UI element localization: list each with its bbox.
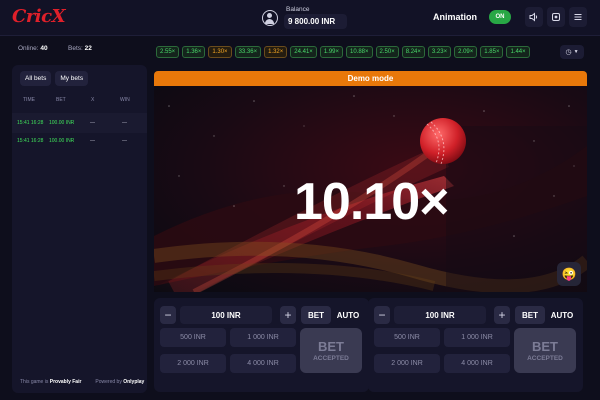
preset-amount-button[interactable]: 1 000 INR	[444, 328, 510, 347]
balance-widget: Balance 9 800.00 INR	[262, 6, 348, 29]
bets-panel: All bets My bets TIME BET X WIN 15:41 16…	[12, 65, 147, 393]
app-root: CricX Balance 9 800.00 INR Animation ON …	[0, 0, 600, 400]
bets-table-header: TIME BET X WIN	[12, 97, 147, 109]
bet-button[interactable]: BET ACCEPTED	[300, 328, 362, 373]
preset-amount-button[interactable]: 500 INR	[160, 328, 226, 347]
multiplier-chip: 2.09×	[454, 46, 478, 58]
preset-amount-button[interactable]: 500 INR	[374, 328, 440, 347]
powered-by-value: Onlyplay	[123, 379, 145, 385]
tab-all-bets[interactable]: All bets	[20, 71, 52, 86]
user-icon[interactable]	[262, 9, 278, 26]
chevron-down-icon: ▼	[573, 49, 579, 55]
row-time: 15:41 16:28	[17, 138, 44, 144]
multiplier-chip: 1.36×	[182, 46, 206, 58]
bet-amount-input[interactable]: 100 INR	[180, 306, 272, 324]
tab-my-bets[interactable]: My bets	[55, 71, 89, 86]
provably-fair-label: This game is	[20, 379, 49, 385]
bets-value: 22	[84, 45, 92, 52]
online-count: Online: 40	[18, 45, 48, 52]
row-win: —	[122, 120, 127, 126]
menu-icon[interactable]	[569, 7, 587, 27]
current-multiplier: 10.10×	[294, 173, 449, 231]
provably-fair-icon[interactable]	[547, 7, 565, 27]
table-row: 15:41 16:28 100.00 INR — —	[12, 113, 147, 133]
row-x: —	[90, 120, 95, 126]
animation-label: Animation	[433, 12, 477, 22]
preset-amount-button[interactable]: 4 000 INR	[230, 354, 296, 373]
multiplier-chip: 1.44×	[506, 46, 530, 58]
provably-fair-value: Provably Fair	[49, 379, 82, 385]
history-dropdown-button[interactable]: ◷ ▼	[560, 45, 584, 59]
game-canvas: 10.10× 😜	[154, 86, 587, 292]
tab-auto-mode[interactable]: AUTO	[334, 306, 362, 324]
cricx-logo[interactable]: CricX	[12, 6, 66, 27]
multiplier-chip: 1.99×	[319, 46, 343, 58]
multiplier-chip: 1.30×	[208, 46, 232, 58]
preset-amount-button[interactable]: 2 000 INR	[374, 354, 440, 373]
preset-amount-button[interactable]: 2 000 INR	[160, 354, 226, 373]
row-x: —	[90, 138, 95, 144]
powered-by-label: Powered by	[95, 379, 122, 385]
bet-button[interactable]: BET ACCEPTED	[514, 328, 576, 373]
multiplier-chip: 1.85×	[480, 46, 504, 58]
bet-button-status: ACCEPTED	[313, 355, 349, 362]
tab-bet-mode[interactable]: BET	[515, 306, 545, 324]
col-time: TIME	[23, 97, 35, 103]
col-bet: BET	[56, 97, 66, 103]
bet-button-status: ACCEPTED	[527, 355, 563, 362]
bet-panel-1: − 100 INR + BET AUTO 500 INR 1 000 INR 2…	[154, 298, 369, 392]
row-time: 15:41 16:28	[17, 120, 44, 126]
demo-mode-banner: Demo mode	[154, 71, 587, 86]
row-win: —	[122, 138, 127, 144]
clock-icon: ◷	[565, 49, 572, 56]
preset-amount-button[interactable]: 1 000 INR	[230, 328, 296, 347]
tab-auto-mode[interactable]: AUTO	[548, 306, 576, 324]
row-bet: 100.00 INR	[49, 120, 75, 126]
animation-toggle[interactable]: ON	[489, 10, 511, 24]
col-win: WIN	[120, 97, 130, 103]
top-header: CricX Balance 9 800.00 INR Animation ON	[0, 0, 600, 36]
bets-count: Bets: 22	[68, 45, 92, 52]
online-label: Online:	[18, 45, 39, 52]
multiplier-chip: 3.23×	[427, 46, 452, 58]
multiplier-chip: 1.32×	[264, 46, 288, 58]
emoji-icon: 😜	[561, 267, 577, 281]
tab-bet-mode[interactable]: BET	[301, 306, 331, 324]
powered-by-note: Powered by Onlyplay	[95, 379, 144, 385]
decrease-amount-button[interactable]: −	[374, 306, 390, 324]
multiplier-history: 2.55× 1.36× 1.30× 33.36× 1.32× 24.41× 1.99× 10.…	[156, 46, 530, 58]
emoji-reaction-button[interactable]: 😜	[557, 262, 581, 286]
multiplier-chip: 10.88×	[346, 46, 373, 58]
bets-label: Bets:	[68, 45, 83, 52]
bet-button-label: BET	[532, 339, 558, 354]
col-x: X	[91, 97, 95, 103]
decrease-amount-button[interactable]: −	[160, 306, 176, 324]
bet-amount-input[interactable]: 100 INR	[394, 306, 486, 324]
row-bet: 100.00 INR	[49, 138, 75, 144]
balance-value: 9 800.00 INR	[284, 14, 348, 29]
bet-panel-2: − 100 INR + BET AUTO 500 INR 1 000 INR 2…	[368, 298, 583, 392]
bets-tabs: All bets My bets	[20, 71, 89, 86]
multiplier-chip: 2.50×	[375, 46, 399, 58]
table-row: 15:41 16:28 100.00 INR — —	[12, 131, 147, 151]
multiplier-chip: 2.55×	[156, 46, 180, 58]
online-value: 40	[40, 45, 48, 52]
increase-amount-button[interactable]: +	[280, 306, 296, 324]
bet-button-label: BET	[318, 339, 344, 354]
preset-amount-button[interactable]: 4 000 INR	[444, 354, 510, 373]
multiplier-chip: 33.36×	[234, 46, 262, 58]
provably-fair-note[interactable]: This game is Provably Fair	[20, 379, 81, 385]
multiplier-chip: 8.24×	[401, 46, 425, 58]
panel-footer: This game is Provably Fair Powered by On…	[20, 379, 144, 385]
multiplier-chip: 24.41×	[290, 46, 317, 58]
increase-amount-button[interactable]: +	[494, 306, 510, 324]
sound-icon[interactable]	[525, 7, 543, 27]
balance-label: Balance	[286, 6, 310, 13]
